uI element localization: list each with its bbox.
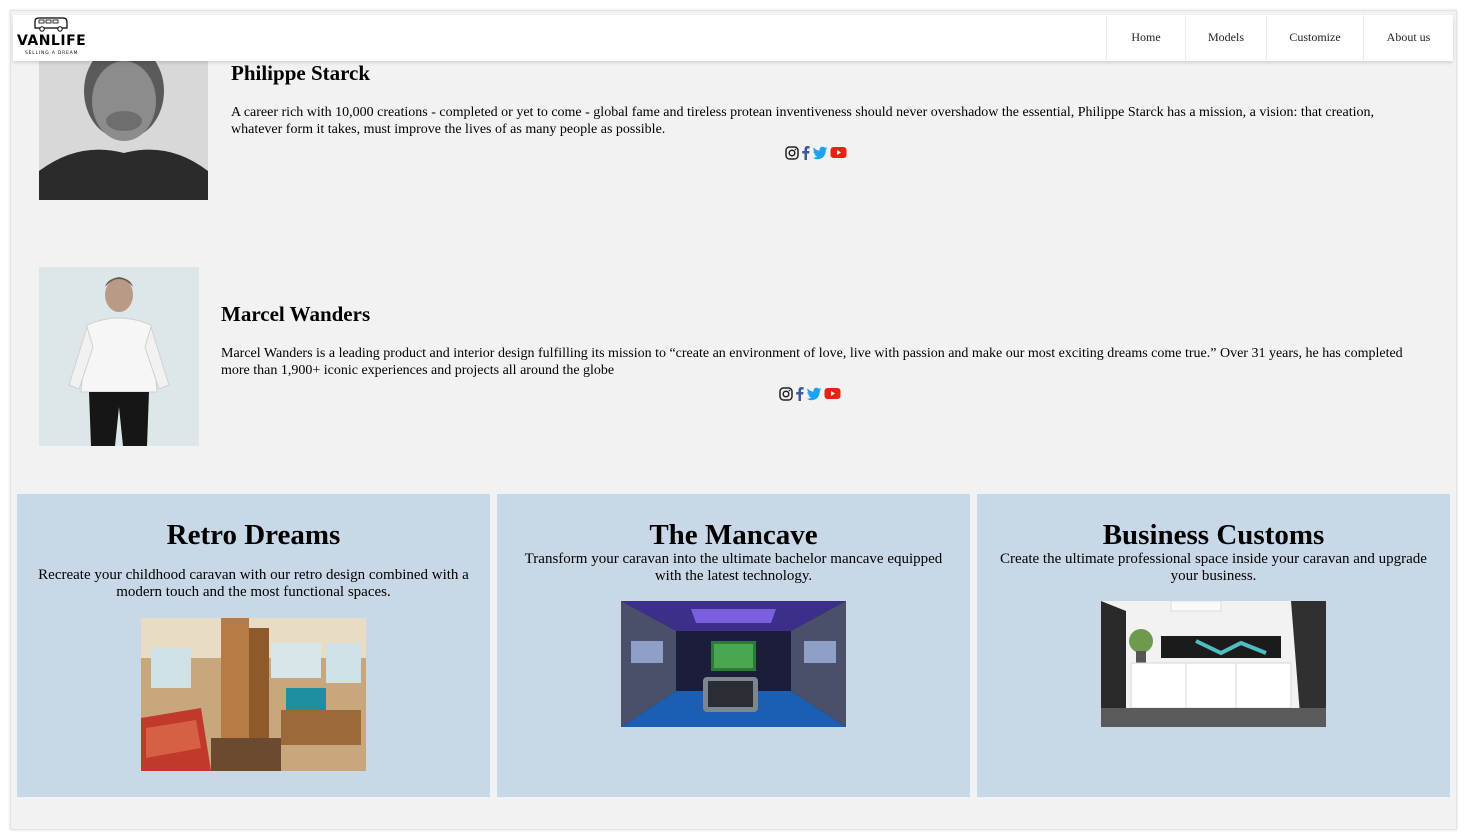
instagram-icon[interactable] [785, 145, 799, 160]
nav-customize[interactable]: Customize [1266, 15, 1363, 61]
nav-models[interactable]: Models [1185, 15, 1266, 61]
card-description: Recreate your childhood caravan with our… [38, 567, 469, 600]
designer-name: Philippe Starck [231, 61, 371, 85]
brand-tagline: SELLING A DREAM [25, 51, 79, 56]
designer-social-links [785, 145, 847, 160]
page-frame: VANLIFE SELLING A DREAM Home Models Cust… [10, 10, 1457, 830]
designer-bio: A career rich with 10,000 creations - co… [231, 105, 1375, 137]
instagram-icon[interactable] [779, 386, 793, 401]
designer-bio: Marcel Wanders is a leading product and … [221, 346, 1403, 378]
designer-social-links [779, 386, 841, 401]
card-image-retro-interior[interactable] [141, 618, 366, 771]
card-description: Create the ultimate professional space i… [1000, 551, 1427, 584]
card-title: The Mancave [649, 519, 818, 551]
twitter-icon[interactable] [812, 146, 828, 160]
brand-logo[interactable]: VANLIFE SELLING A DREAM [15, 16, 95, 58]
designer-name: Marcel Wanders [221, 302, 371, 326]
youtube-icon[interactable] [824, 387, 841, 400]
card-title: Retro Dreams [166, 519, 341, 551]
model-card-business-customs[interactable]: Business Customs Create the ultimate pro… [977, 494, 1450, 797]
card-image-business-interior[interactable] [1101, 601, 1326, 727]
model-card-retro-dreams[interactable]: Retro Dreams Recreate your childhood car… [17, 494, 490, 797]
designer-photo-wanders [39, 267, 199, 446]
nav-about-us[interactable]: About us [1363, 15, 1453, 61]
van-logo-icon [34, 17, 68, 32]
nav-home[interactable]: Home [1106, 15, 1185, 61]
facebook-icon[interactable] [795, 386, 804, 401]
brand-name: VANLIFE [17, 33, 87, 49]
card-image-mancave-interior[interactable] [621, 601, 846, 727]
twitter-icon[interactable] [806, 387, 822, 401]
card-title: Business Customs [1102, 519, 1325, 551]
youtube-icon[interactable] [830, 146, 847, 159]
top-navbar: VANLIFE SELLING A DREAM Home Models Cust… [13, 15, 1453, 61]
card-description: Transform your caravan into the ultimate… [524, 551, 943, 584]
model-card-the-mancave[interactable]: The Mancave Transform your caravan into … [497, 494, 970, 797]
designer-photo-starck [39, 61, 208, 200]
facebook-icon[interactable] [801, 145, 810, 160]
main-nav: Home Models Customize About us [1106, 15, 1453, 61]
